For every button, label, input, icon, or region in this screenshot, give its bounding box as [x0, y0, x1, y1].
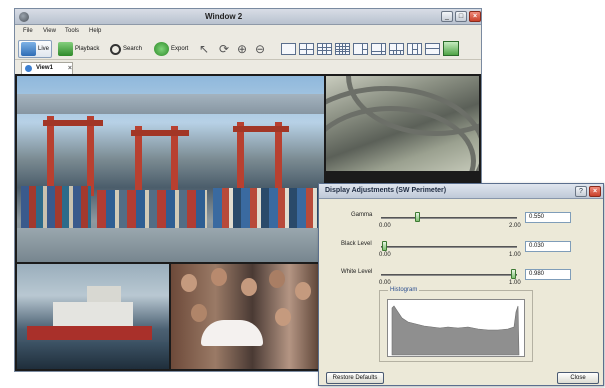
white-level-min: 0.00 — [379, 280, 391, 286]
histogram-graph — [391, 305, 520, 356]
black-level-label: Black Level — [341, 241, 372, 247]
gamma-min: 0.00 — [379, 223, 391, 229]
black-level-slider-thumb[interactable] — [382, 241, 388, 251]
layout-1plus5-icon[interactable] — [353, 43, 368, 55]
layout-2plus8-icon[interactable] — [389, 43, 404, 55]
layout-1plus7-icon[interactable] — [371, 43, 386, 55]
zoom-in-icon[interactable]: ⊕ — [235, 42, 249, 56]
gamma-slider-track[interactable] — [381, 217, 517, 219]
app-icon — [19, 12, 29, 22]
display-adjustments-dialog: Display Adjustments (SW Perimeter) ? × G… — [318, 183, 604, 386]
gamma-max: 2.00 — [509, 223, 521, 229]
view-icon — [25, 65, 32, 72]
gamma-value-field[interactable]: 0.550 — [525, 212, 571, 223]
zoom-out-icon[interactable]: ⊖ — [253, 42, 267, 56]
dialog-title: Display Adjustments (SW Perimeter) — [325, 187, 447, 194]
black-level-slider-track[interactable] — [381, 246, 517, 248]
white-level-label: White Level — [341, 269, 373, 275]
dialog-close-button[interactable]: Close — [557, 372, 599, 384]
histogram-title: Histogram — [388, 287, 420, 293]
white-level-value-field[interactable]: 0.980 — [525, 269, 571, 280]
menu-bar: File View Tools Help — [15, 26, 481, 38]
black-level-value-field[interactable]: 0.030 — [525, 241, 571, 252]
view-tabs: View1 × — [15, 60, 481, 74]
playback-button[interactable]: Playback — [55, 40, 102, 58]
camera-pane-ship[interactable] — [17, 264, 169, 369]
layout-custom-icon[interactable] — [425, 43, 440, 55]
menu-help[interactable]: Help — [89, 28, 101, 34]
export-label: Export — [171, 46, 189, 52]
menu-view[interactable]: View — [43, 28, 56, 34]
tab-label: View1 — [36, 65, 53, 71]
rotate-icon[interactable]: ⟳ — [217, 42, 231, 56]
toolbar: Live Playback Search Export ↖ ⟳ ⊕ ⊖ — [15, 38, 481, 60]
window-title: Window 2 — [205, 12, 243, 21]
layout-1plus12-icon[interactable] — [407, 43, 422, 55]
search-button[interactable]: Search — [107, 40, 145, 58]
export-button[interactable]: Export — [151, 40, 191, 58]
camera-pane-highway[interactable] — [326, 76, 479, 171]
minimize-button[interactable]: _ — [441, 11, 453, 22]
histogram-group: Histogram — [379, 287, 533, 362]
restore-defaults-button[interactable]: Restore Defaults — [326, 372, 384, 384]
black-level-min: 0.00 — [379, 252, 391, 258]
live-label: Live — [38, 46, 50, 52]
playback-label: Playback — [75, 46, 100, 52]
white-level-slider-track[interactable] — [381, 274, 517, 276]
search-icon — [110, 43, 121, 55]
menu-file[interactable]: File — [23, 28, 33, 34]
black-level-max: 1.00 — [509, 252, 521, 258]
maximize-button[interactable]: □ — [455, 11, 467, 22]
white-level-slider-thumb[interactable] — [511, 269, 517, 279]
search-label: Search — [123, 46, 143, 52]
menu-tools[interactable]: Tools — [65, 28, 79, 34]
pointer-icon[interactable]: ↖ — [197, 42, 211, 56]
camera-pane-crowd[interactable] — [171, 264, 319, 369]
fullscreen-icon[interactable] — [443, 41, 459, 56]
layout-4x4-icon[interactable] — [335, 43, 350, 55]
export-icon — [154, 42, 169, 56]
gamma-label: Gamma — [351, 212, 373, 218]
close-button[interactable]: × — [469, 11, 481, 22]
dialog-titlebar[interactable]: Display Adjustments (SW Perimeter) ? × — [319, 184, 603, 199]
layout-2x2-icon[interactable] — [299, 43, 314, 55]
help-button[interactable]: ? — [575, 186, 587, 197]
live-button[interactable]: Live — [18, 40, 53, 58]
layout-1x1-icon[interactable] — [281, 43, 296, 55]
histogram-panel — [387, 299, 525, 357]
window-titlebar[interactable]: Window 2 _ □ × — [15, 9, 481, 25]
playback-icon — [58, 42, 73, 56]
live-icon — [21, 42, 36, 56]
layout-3x3-icon[interactable] — [317, 43, 332, 55]
tab-close-icon[interactable]: × — [68, 63, 72, 74]
dialog-close-icon[interactable]: × — [589, 186, 601, 197]
gamma-slider-thumb[interactable] — [415, 212, 421, 222]
camera-pane-port[interactable] — [17, 76, 324, 262]
tab-view1[interactable]: View1 × — [21, 62, 73, 74]
white-level-max: 1.00 — [509, 280, 521, 286]
